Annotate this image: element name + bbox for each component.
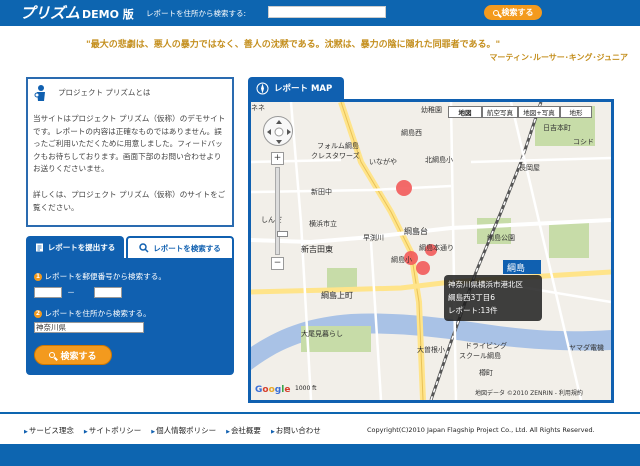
top-header: プリズム DEMO 版 レポートを住所から検索する: 検索する [0, 0, 640, 26]
search-icon [492, 9, 499, 16]
svg-text:フォルム綱島: フォルム綱島 [317, 141, 359, 150]
map-type-hybrid[interactable]: 地図+写真 [518, 106, 560, 118]
map-type-map[interactable]: 地図 [448, 106, 482, 118]
report-map[interactable]: 綱島 綱島西 綱島台 綱島上町 新吉田東 フォルム綱島 クレスタワーズ いながや… [248, 99, 614, 403]
footer-bar [0, 444, 640, 466]
map-type-selector: 地図 航空写真 地図+写真 地形 [448, 106, 592, 118]
footer-links: サービス理念 サイトポリシー 個人情報ポリシー 会社概要 お問い合わせ [24, 425, 321, 436]
addr-label-text: レポートを住所から検索する。 [44, 309, 151, 318]
map-title: レポート MAP [274, 84, 333, 94]
svg-text:新吉田東: 新吉田東 [301, 244, 333, 254]
tooltip-address-line: 神奈川県横浜市港北区 [448, 280, 523, 289]
svg-text:綱島上町: 綱島上町 [321, 290, 353, 300]
svg-text:早渕川: 早渕川 [363, 233, 384, 242]
tab-search-report[interactable]: レポートを検索する [126, 236, 234, 258]
map-scale: 1000 ft [295, 385, 317, 392]
address-search-label: 2 レポートを住所から検索する。 [34, 308, 151, 319]
svg-text:綱島小: 綱島小 [391, 255, 412, 264]
footer-link-privacy[interactable]: 個人情報ポリシー [151, 425, 216, 436]
svg-text:日吉本町: 日吉本町 [543, 123, 571, 132]
svg-text:綱島公園: 綱島公園 [487, 233, 515, 242]
svg-text:クレスタワーズ: クレスタワーズ [311, 151, 360, 160]
map-type-terrain[interactable]: 地形 [560, 106, 592, 118]
svg-text:横浜市立: 横浜市立 [309, 219, 337, 228]
svg-text:新田中: 新田中 [311, 187, 332, 196]
tab-submit-report[interactable]: レポートを提出する [26, 236, 124, 258]
svg-text:長岡屋: 長岡屋 [519, 164, 540, 172]
megaphone-icon [34, 85, 45, 101]
site-logo[interactable]: プリズム DEMO 版 [20, 2, 134, 23]
svg-text:ヤマダ電機: ヤマダ電機 [569, 343, 604, 352]
search-icon [139, 243, 149, 253]
header-search-button[interactable]: 検索する [484, 5, 542, 20]
zip-dash: － [67, 288, 75, 297]
logo-text: プリズム [20, 4, 81, 22]
map-title-tab: レポート MAP [248, 77, 344, 99]
tab-search-label: レポートを検索する [153, 243, 221, 253]
zoom-control: + − [271, 152, 288, 270]
map-canvas[interactable]: 綱島 綱島西 綱島台 綱島上町 新吉田東 フォルム綱島 クレスタワーズ いながや… [251, 102, 611, 400]
step-number: 2 [34, 310, 42, 318]
svg-text:幼稚園: 幼稚園 [421, 105, 442, 114]
search-panel: 1 レポートを郵便番号から検索する。 － 2 レポートを住所から検索する。 神奈… [26, 258, 234, 375]
svg-text:大尾見暮らし: 大尾見暮らし [301, 329, 343, 338]
svg-text:いながや: いながや [369, 157, 397, 166]
tooltip-report-count: レポート:13件 [448, 306, 498, 315]
pan-control[interactable] [263, 116, 293, 146]
svg-text:スクール綱島: スクール綱島 [459, 351, 501, 360]
map-info-tooltip: 神奈川県横浜市港北区 綱島西3丁目6 レポート:13件 [444, 275, 542, 321]
svg-text:大曽根小: 大曽根小 [417, 345, 445, 354]
step-number: 1 [34, 273, 42, 281]
tab-submit-label: レポートを提出する [47, 242, 116, 252]
search-button[interactable]: 検索する [34, 345, 112, 365]
zoom-slider-thumb[interactable] [277, 231, 288, 237]
about-title: プロジェクト プリズムとは [58, 88, 151, 97]
pan-arrows-icon [267, 120, 291, 144]
header-search-button-label: 検索する [501, 8, 534, 17]
footer-link-contact[interactable]: お問い合わせ [271, 425, 321, 436]
report-tabs: レポートを提出する レポートを検索する [26, 236, 234, 258]
svg-text:綱島台: 綱島台 [404, 226, 428, 236]
zip-code-second-input[interactable] [94, 287, 122, 298]
google-logo[interactable]: Google [255, 385, 290, 395]
zoom-slider[interactable] [275, 167, 288, 255]
svg-text:ドライビング: ドライビング [465, 341, 507, 350]
zip-code-first-input[interactable] [34, 287, 62, 298]
compass-icon [256, 82, 269, 94]
quote-author: マーティン･ルーサー･キング･ジュニア [489, 53, 628, 62]
zoom-out-button[interactable]: − [271, 257, 284, 270]
footer-copyright: Copyright(C)2010 Japan Flagship Project … [367, 426, 595, 434]
svg-text:ネネ: ネネ [251, 104, 265, 112]
about-text: 当サイトはプロジェクト プリズム（仮称）のデモサイトです。レポートの内容は正確な… [33, 114, 226, 173]
svg-text:綱島: 綱島 [507, 262, 525, 274]
footer-link-company[interactable]: 会社概要 [226, 425, 261, 436]
search-icon [49, 352, 56, 358]
zip-label-text: レポートを郵便番号から検索する。 [44, 272, 166, 281]
svg-text:北綱島小: 北綱島小 [425, 155, 453, 164]
header-search-input[interactable] [268, 6, 386, 18]
zoom-in-button[interactable]: + [271, 152, 284, 165]
map-copyright[interactable]: 地図データ ©2010 ZENRIN - 利用規約 [475, 388, 583, 397]
svg-text:樽町: 樽町 [479, 368, 493, 377]
search-button-label: 検索する [60, 351, 97, 362]
footer-link-service[interactable]: サービス理念 [24, 425, 74, 436]
svg-text:綱島本通り: 綱島本通り [419, 243, 454, 252]
tooltip-street-line: 綱島西3丁目6 [448, 293, 496, 302]
address-input[interactable]: 神奈川県 [34, 322, 144, 333]
svg-text:コシド: コシド [573, 138, 594, 146]
logo-demo-label: DEMO 版 [82, 8, 134, 21]
footer-link-site-policy[interactable]: サイトポリシー [84, 425, 142, 436]
svg-text:綱島西: 綱島西 [401, 128, 422, 137]
quote-text: "最大の悲劇は、悪人の暴力ではなく、善人の沈黙である。沈黙は、暴力の陰に隠れた同… [86, 40, 501, 50]
about-text-more: 詳しくは、プロジェクト プリズム（仮称）のサイトをご覧ください。 [33, 190, 226, 212]
about-panel: プロジェクト プリズムとは 当サイトはプロジェクト プリズム（仮称）のデモサイト… [26, 77, 234, 227]
zip-search-label: 1 レポートを郵便番号から検索する。 [34, 271, 166, 282]
header-search-label: レポートを住所から検索する: [146, 9, 247, 18]
document-icon [35, 243, 43, 251]
map-type-satellite[interactable]: 航空写真 [482, 106, 518, 118]
